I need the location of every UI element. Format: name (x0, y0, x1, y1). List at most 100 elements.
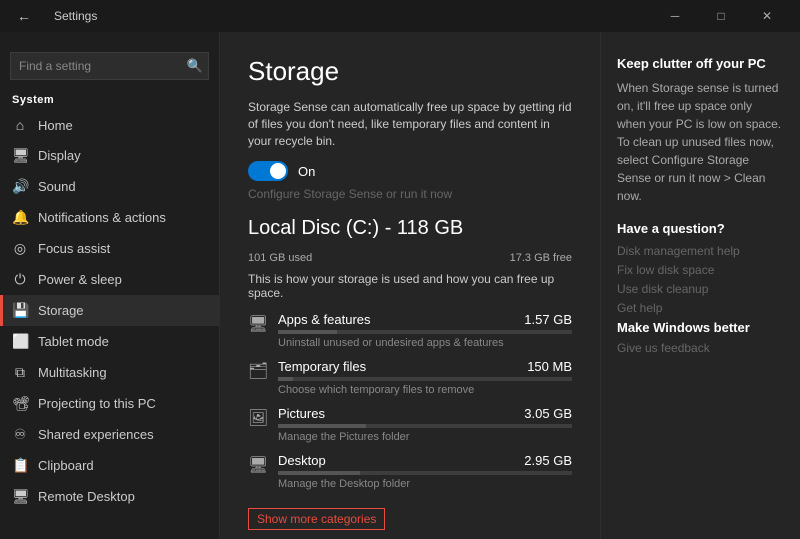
storage-item-3[interactable]: 🖥 Desktop 2.95 GB Manage the Desktop fol… (248, 453, 572, 490)
storage-item-name-1: Temporary files (278, 359, 366, 374)
storage-item-size-1: 150 MB (527, 359, 572, 374)
main-content: Storage Storage Sense can automatically … (220, 32, 600, 539)
remote-icon: 🖥 (12, 488, 28, 505)
panel-links: Disk management help Fix low disk space Us… (617, 244, 784, 315)
storage-item-name-2: Pictures (278, 406, 325, 421)
sidebar-item-remote[interactable]: 🖥 Remote Desktop (0, 481, 219, 512)
storage-item-info-3: Desktop 2.95 GB Manage the Desktop folde… (278, 453, 572, 490)
storage-item-info-2: Pictures 3.05 GB Manage the Pictures fol… (278, 406, 572, 443)
configure-link[interactable]: Configure Storage Sense or run it now (248, 187, 572, 201)
back-button[interactable]: ← (10, 2, 38, 30)
sidebar-item-clipboard[interactable]: 📋Clipboard (0, 450, 219, 481)
sidebar-item-focus[interactable]: ◎ Focus assist (0, 233, 219, 264)
sidebar-item-label-multitasking: Multitasking (38, 365, 107, 380)
sidebar-item-label-storage: Storage (38, 303, 84, 318)
storage-item-icon-1: 🗂 (248, 361, 268, 381)
question-title: Have a question? (617, 221, 784, 236)
storage-item-bar-0 (278, 330, 572, 334)
sidebar-item-label-notifications: Notifications & actions (38, 210, 166, 225)
focus-icon: ◎ (12, 240, 28, 257)
sidebar-item-label-display: Display (38, 148, 81, 163)
storage-icon: 💾 (12, 302, 28, 319)
sidebar-item-label-remote: Remote Desktop (38, 489, 135, 504)
clipboard-icon: 📋 (12, 457, 28, 474)
panel-link-2[interactable]: Use disk cleanup (617, 282, 784, 296)
multitasking-icon: ⧉ (12, 364, 28, 381)
disk-bar-labels: 101 GB used 17.3 GB free (248, 252, 572, 264)
storage-item-size-0: 1.57 GB (524, 312, 572, 327)
storage-item-name-0: Apps & features (278, 312, 371, 327)
sidebar: 🔍 System ⌂Home🖥Display🔊Sound🔔Notificatio… (0, 32, 220, 539)
sidebar-item-notifications[interactable]: 🔔 Notifications & actions (0, 202, 219, 233)
storage-item-icon-2: 🖼 (248, 408, 268, 428)
sound-icon: 🔊 (12, 178, 28, 195)
sidebar-item-tablet[interactable]: ⬜ Tablet mode (0, 326, 219, 357)
sidebar-item-home[interactable]: ⌂Home (0, 110, 219, 140)
storage-item-bar-1 (278, 377, 572, 381)
panel-link-1[interactable]: Fix low disk space (617, 263, 784, 277)
storage-item-bar-3 (278, 471, 572, 475)
storage-item-bar-2 (278, 424, 572, 428)
storage-item-bar-fill-0 (278, 330, 337, 334)
clutter-text: When Storage sense is turned on, it'll f… (617, 79, 784, 205)
titlebar-controls: ─ □ ✕ (652, 0, 790, 32)
nav-items: ⌂Home🖥Display🔊Sound🔔Notifications & acti… (0, 110, 219, 512)
power-icon: ⏻ (12, 271, 28, 288)
storage-item-size-3: 2.95 GB (524, 453, 572, 468)
storage-sense-toggle[interactable] (248, 161, 288, 181)
close-button[interactable]: ✕ (744, 0, 790, 32)
panel-link-0[interactable]: Disk management help (617, 244, 784, 258)
sidebar-item-label-power: Power & sleep (38, 272, 122, 287)
clutter-title: Keep clutter off your PC (617, 56, 784, 71)
feedback-link[interactable]: Give us feedback (617, 341, 784, 355)
minimize-button[interactable]: ─ (652, 0, 698, 32)
sidebar-item-storage[interactable]: 💾 Storage (0, 295, 219, 326)
storage-item-1[interactable]: 🗂 Temporary files 150 MB Choose which te… (248, 359, 572, 396)
titlebar: ← Settings ─ □ ✕ (0, 0, 800, 32)
sidebar-item-label-sound: Sound (38, 179, 76, 194)
sidebar-item-shared[interactable]: ♾Shared experiences (0, 419, 219, 450)
storage-item-info-1: Temporary files 150 MB Choose which temp… (278, 359, 572, 396)
page-title: Storage (248, 56, 572, 87)
storage-item-header-3: Desktop 2.95 GB (278, 453, 572, 468)
sidebar-item-sound[interactable]: 🔊 Sound (0, 171, 219, 202)
sidebar-nav-top (0, 32, 219, 48)
sidebar-item-power[interactable]: ⏻ Power & sleep (0, 264, 219, 295)
storage-item-bar-fill-1 (278, 377, 293, 381)
home-icon: ⌂ (12, 117, 28, 133)
sidebar-item-display[interactable]: 🖥Display (0, 140, 219, 171)
right-panel: Keep clutter off your PC When Storage se… (600, 32, 800, 539)
storage-item-icon-3: 🖥 (248, 455, 268, 475)
storage-item-header-2: Pictures 3.05 GB (278, 406, 572, 421)
disk-desc: This is how your storage is used and how… (248, 272, 572, 300)
storage-item-2[interactable]: 🖼 Pictures 3.05 GB Manage the Pictures f… (248, 406, 572, 443)
panel-link-3[interactable]: Get help (617, 301, 784, 315)
projecting-icon: 📽 (12, 395, 28, 412)
sidebar-item-label-projecting: Projecting to this PC (38, 396, 156, 411)
tablet-icon: ⬜ (12, 333, 28, 350)
toggle-row: On (248, 161, 572, 181)
disk-free-label: 17.3 GB free (510, 252, 572, 264)
titlebar-title: Settings (54, 9, 97, 23)
storage-item-info-0: Apps & features 1.57 GB Uninstall unused… (278, 312, 572, 349)
disk-title: Local Disc (C:) - 118 GB (248, 217, 572, 240)
main-layout: 🔍 System ⌂Home🖥Display🔊Sound🔔Notificatio… (0, 32, 800, 539)
sidebar-item-projecting[interactable]: 📽 Projecting to this PC (0, 388, 219, 419)
storage-item-sub-3: Manage the Desktop folder (278, 478, 572, 490)
storage-item-bar-fill-2 (278, 424, 366, 428)
sidebar-item-label-focus: Focus assist (38, 241, 110, 256)
search-box: 🔍 (10, 52, 209, 80)
disk-used-label: 101 GB used (248, 252, 312, 264)
sidebar-item-multitasking[interactable]: ⧉ Multitasking (0, 357, 219, 388)
search-input[interactable] (10, 52, 209, 80)
sidebar-item-label-tablet: Tablet mode (38, 334, 109, 349)
show-more-button[interactable]: Show more categories (248, 508, 385, 530)
storage-item-name-3: Desktop (278, 453, 326, 468)
storage-item-sub-2: Manage the Pictures folder (278, 431, 572, 443)
storage-item-sub-0: Uninstall unused or undesired apps & fea… (278, 337, 572, 349)
section-label: System (0, 88, 219, 110)
storage-item-0[interactable]: 🖥 Apps & features 1.57 GB Uninstall unus… (248, 312, 572, 349)
notifications-icon: 🔔 (12, 209, 28, 226)
toggle-label: On (298, 164, 315, 179)
maximize-button[interactable]: □ (698, 0, 744, 32)
